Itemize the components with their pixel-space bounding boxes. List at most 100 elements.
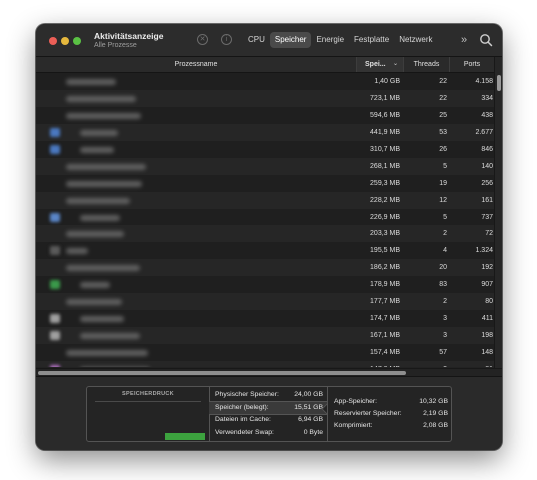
table-row[interactable]: 147,0 MB381 bbox=[36, 360, 494, 367]
stat-label: Verwendeter Swap: bbox=[215, 429, 274, 436]
horizontal-scroll-thumb[interactable] bbox=[38, 371, 406, 375]
memory-breakdown-stats: App-Speicher: 10,32 GB Reservierter Spei… bbox=[327, 387, 452, 441]
ports-value: 438 bbox=[481, 111, 493, 119]
stat-swap-used: Verwendeter Swap: 0 Byte bbox=[209, 427, 327, 439]
threads-value: 4 bbox=[443, 247, 447, 255]
table-row[interactable]: 203,3 MB 2 72 bbox=[36, 225, 494, 243]
ports-value: 907 bbox=[481, 281, 493, 289]
process-name-redacted bbox=[66, 79, 116, 85]
vertical-scrollbar[interactable] bbox=[494, 57, 502, 368]
app-icon bbox=[50, 246, 60, 256]
graph-baseline bbox=[95, 401, 201, 402]
table-row[interactable]: 177,7 MB 2 80 bbox=[36, 293, 494, 311]
table-row[interactable]: 441,9 MB 53 2.677 bbox=[36, 123, 494, 141]
table-row[interactable]: 723,1 MB 22 334 bbox=[36, 89, 494, 107]
table-row[interactable]: 1,40 GB 22 4.158 bbox=[36, 73, 494, 90]
window-title: Aktivitätsanzeige bbox=[94, 31, 164, 41]
stat-physical-memory: Physischer Speicher: 24,00 GB bbox=[209, 389, 327, 401]
ports-value: 256 bbox=[481, 179, 493, 187]
tab-network[interactable]: Netzwerk bbox=[394, 32, 437, 48]
close-window-button[interactable] bbox=[49, 37, 57, 45]
column-header-memory[interactable]: Spei... ⌄ bbox=[356, 57, 403, 72]
process-name-redacted bbox=[80, 282, 110, 289]
memory-value: 147,0 MB bbox=[356, 361, 400, 367]
stat-label: App-Speicher: bbox=[334, 398, 378, 405]
stat-compressed: Komprimiert: 2,08 GB bbox=[328, 420, 452, 432]
stat-app-memory: App-Speicher: 10,32 GB bbox=[328, 396, 452, 408]
memory-value: 268,1 MB bbox=[370, 162, 400, 170]
stat-label: Dateien im Cache: bbox=[215, 416, 271, 423]
memory-value: 228,2 MB bbox=[370, 196, 400, 204]
table-row[interactable]: 195,5 MB 4 1.324 bbox=[36, 242, 494, 260]
minimize-window-button[interactable] bbox=[61, 37, 69, 45]
tab-memory[interactable]: Speicher bbox=[269, 32, 312, 48]
process-name-redacted bbox=[66, 248, 88, 255]
zoom-window-button[interactable] bbox=[73, 37, 81, 45]
ports-value: 198 bbox=[481, 332, 493, 340]
stat-value: 6,94 GB bbox=[298, 416, 323, 423]
memory-value: 203,3 MB bbox=[370, 230, 400, 238]
table-header: Prozessname Spei... ⌄ Threads Ports bbox=[36, 57, 494, 73]
threads-value: 2 bbox=[443, 298, 447, 306]
table-row[interactable]: 259,3 MB 19 256 bbox=[36, 174, 494, 192]
ports-value: 411 bbox=[481, 315, 493, 323]
threads-value: 5 bbox=[443, 213, 447, 221]
memory-value: 441,9 MB bbox=[370, 128, 400, 136]
app-icon bbox=[50, 144, 60, 154]
tab-bar: CPU Speicher Energie Festplatte Netzwerk bbox=[243, 32, 438, 48]
search-icon[interactable] bbox=[479, 33, 493, 47]
memory-value: 1,40 GB bbox=[374, 78, 400, 85]
table-row[interactable]: 228,2 MB 12 161 bbox=[36, 191, 494, 209]
process-name-redacted bbox=[66, 95, 136, 102]
memory-value: 195,5 MB bbox=[370, 247, 400, 255]
threads-value: 22 bbox=[439, 78, 447, 85]
table-row[interactable]: 157,4 MB 57 148 bbox=[36, 344, 494, 361]
table-row[interactable]: 226,9 MB 5 737 bbox=[36, 208, 494, 226]
memory-value: 186,2 MB bbox=[370, 264, 400, 272]
threads-value: 3 bbox=[403, 361, 447, 367]
process-name-redacted bbox=[66, 163, 146, 170]
memory-value: 167,1 MB bbox=[370, 332, 400, 340]
table-row[interactable]: 268,1 MB 5 140 bbox=[36, 157, 494, 175]
app-icon bbox=[50, 280, 60, 290]
stat-label: Speicher (belegt): bbox=[215, 404, 269, 411]
column-header-process-name[interactable]: Prozessname bbox=[36, 57, 356, 72]
ports-value: 192 bbox=[481, 264, 493, 272]
vertical-scroll-thumb[interactable] bbox=[497, 75, 501, 91]
table-row[interactable]: 174,7 MB 3 411 bbox=[36, 310, 494, 328]
info-icon[interactable]: i bbox=[221, 34, 232, 45]
ports-value: 4.158 bbox=[475, 78, 493, 85]
threads-value: 12 bbox=[439, 196, 447, 204]
threads-value: 19 bbox=[439, 179, 447, 187]
column-header-threads[interactable]: Threads bbox=[403, 57, 449, 72]
table-row[interactable]: 310,7 MB 26 846 bbox=[36, 140, 494, 158]
tab-energy[interactable]: Energie bbox=[311, 32, 349, 48]
toolbar: Aktivitätsanzeige Alle Prozesse ✕ i CPU … bbox=[36, 24, 502, 57]
stat-label: Komprimiert: bbox=[334, 422, 373, 429]
table-row[interactable]: 167,1 MB 3 198 bbox=[36, 327, 494, 344]
table-row[interactable]: 178,9 MB 83 907 bbox=[36, 276, 494, 294]
column-header-ports[interactable]: Ports bbox=[449, 57, 494, 72]
stat-label: Reservierter Speicher: bbox=[334, 410, 402, 417]
ports-value: 161 bbox=[481, 196, 493, 204]
ports-value: 148 bbox=[481, 349, 493, 356]
ports-value: 2.677 bbox=[475, 128, 493, 136]
table-row[interactable]: 594,6 MB 25 438 bbox=[36, 106, 494, 124]
process-name-redacted bbox=[66, 112, 141, 119]
column-header-memory-label: Spei... bbox=[365, 61, 386, 68]
tab-cpu[interactable]: CPU bbox=[243, 32, 270, 48]
memory-value: 310,7 MB bbox=[370, 145, 400, 153]
chevron-double-right-icon[interactable]: » bbox=[461, 32, 467, 48]
process-name-redacted bbox=[66, 265, 140, 272]
memory-value: 177,7 MB bbox=[370, 298, 400, 306]
window-subtitle: Alle Prozesse bbox=[94, 42, 137, 49]
tab-disk[interactable]: Festplatte bbox=[349, 32, 394, 48]
threads-value: 2 bbox=[443, 230, 447, 238]
table-row[interactable]: 186,2 MB 20 192 bbox=[36, 259, 494, 277]
threads-value: 22 bbox=[439, 94, 447, 102]
process-name-redacted bbox=[80, 214, 120, 221]
stop-process-icon[interactable]: ✕ bbox=[197, 34, 208, 45]
stat-memory-used: Speicher (belegt): 15,51 GB bbox=[209, 401, 327, 415]
stat-label: Physischer Speicher: bbox=[215, 391, 279, 398]
process-name-redacted bbox=[66, 197, 130, 204]
